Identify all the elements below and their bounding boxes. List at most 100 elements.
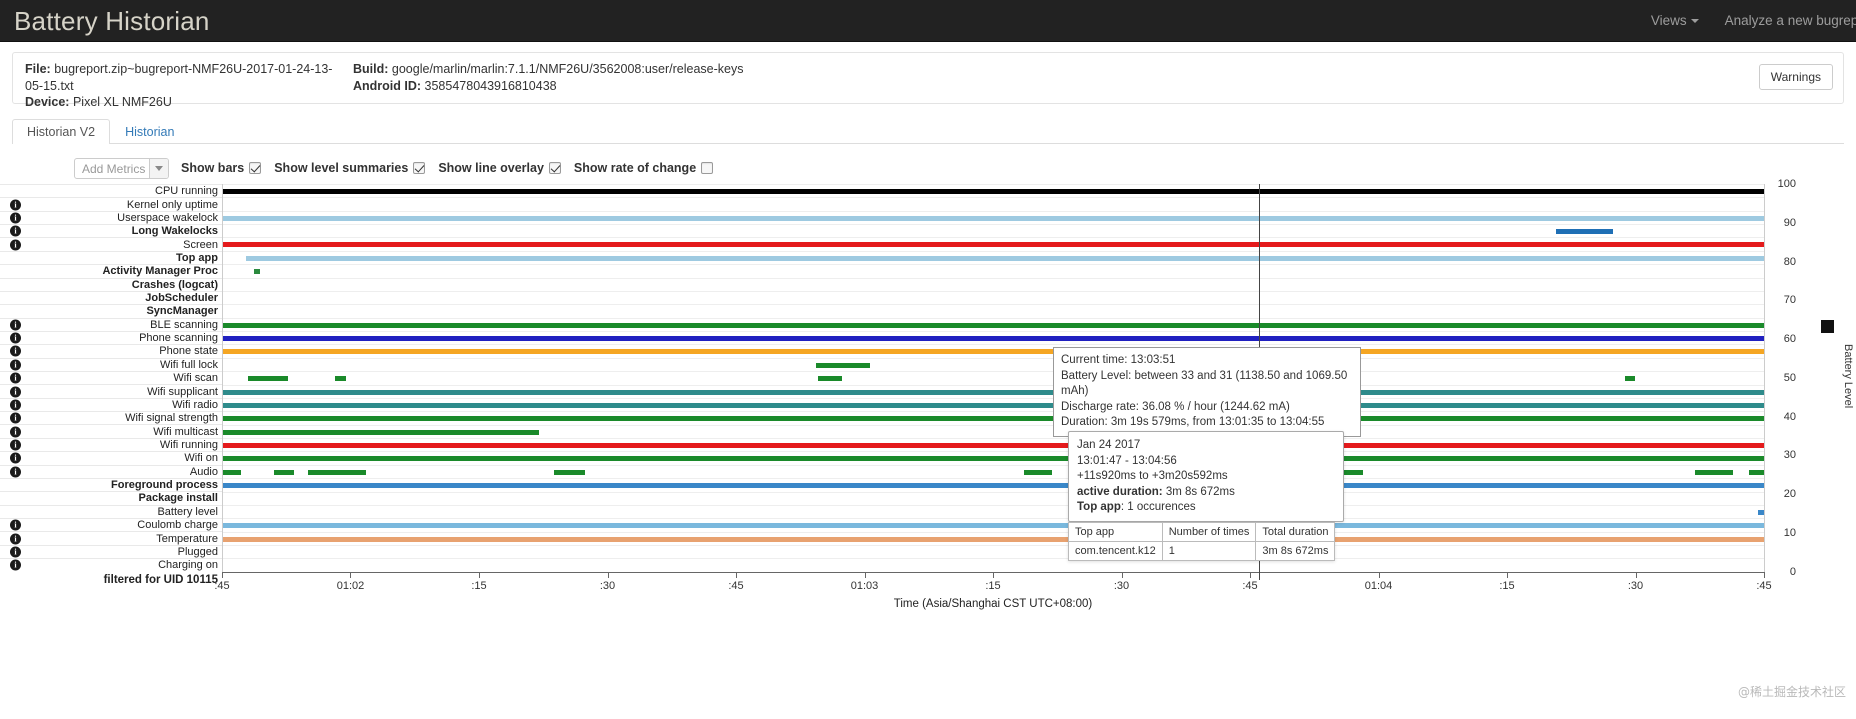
metric-row-battery-level[interactable]: Battery level: [0, 504, 222, 518]
timeline-bar[interactable]: [223, 402, 1764, 408]
add-metrics-select[interactable]: Add Metrics: [74, 157, 169, 179]
metric-row-kernel-only-uptime[interactable]: i Kernel only uptime: [0, 197, 222, 211]
metric-row-wifi-radio[interactable]: i Wifi radio: [0, 397, 222, 411]
timeline-bar[interactable]: [1024, 469, 1053, 475]
metric-row-wifi-full-lock[interactable]: i Wifi full lock: [0, 357, 222, 371]
timeline-bar[interactable]: [223, 483, 1764, 489]
tab-historian-v2[interactable]: Historian V2: [12, 119, 111, 144]
info-icon[interactable]: i: [10, 359, 21, 371]
timeline-bar[interactable]: [223, 429, 539, 435]
timeline-row[interactable]: [223, 304, 1764, 317]
timeline-row[interactable]: [223, 544, 1764, 558]
timeline-row[interactable]: [223, 518, 1764, 531]
metric-row-wifi-on[interactable]: i Wifi on: [0, 451, 222, 464]
timeline-row[interactable]: [223, 397, 1764, 411]
metric-row-audio[interactable]: i Audio: [0, 464, 222, 478]
timeline-bar[interactable]: [223, 416, 1764, 422]
warnings-button[interactable]: Warnings: [1758, 64, 1833, 90]
timeline-row[interactable]: [223, 224, 1764, 237]
metric-row-wifi-running[interactable]: i Wifi running: [0, 437, 222, 451]
timeline-bar[interactable]: [223, 536, 1764, 542]
timeline-row[interactable]: [223, 438, 1764, 451]
metric-row-wifi-multicast[interactable]: i Wifi multicast: [0, 424, 222, 438]
show-line-overlay-checkbox[interactable]: [548, 162, 561, 174]
metric-row-coulomb-charge[interactable]: i Coulomb charge: [0, 517, 222, 531]
timeline-bar[interactable]: [1555, 229, 1613, 235]
info-icon[interactable]: i: [10, 466, 21, 478]
info-icon[interactable]: i: [10, 412, 21, 424]
show-level-summaries-group[interactable]: Show level summaries: [274, 161, 426, 175]
info-icon[interactable]: i: [10, 386, 21, 398]
timeline-bar[interactable]: [223, 523, 1764, 529]
timeline-bar[interactable]: [247, 376, 288, 382]
timeline-row[interactable]: [223, 331, 1764, 344]
metric-row-foreground-process[interactable]: Foreground process: [0, 477, 222, 491]
timeline-row[interactable]: [223, 357, 1764, 371]
timeline-row[interactable]: [223, 464, 1764, 478]
timeline-bar[interactable]: [1694, 469, 1734, 475]
show-level-summaries-checkbox[interactable]: [413, 162, 426, 174]
metric-row-plugged[interactable]: i Plugged: [0, 544, 222, 558]
show-rate-of-change-checkbox[interactable]: [701, 162, 714, 174]
timeline-row[interactable]: [223, 384, 1764, 398]
metric-row-long-wakelocks[interactable]: i Long Wakelocks: [0, 224, 222, 237]
timeline-bar[interactable]: [817, 376, 843, 382]
timeline-row[interactable]: [223, 277, 1764, 291]
timeline-row[interactable]: [223, 491, 1764, 505]
info-icon[interactable]: i: [10, 225, 21, 237]
info-icon[interactable]: i: [10, 533, 21, 545]
metric-row-temperature[interactable]: i Temperature: [0, 531, 222, 545]
metric-row-wifi-signal-strength[interactable]: i Wifi signal strength: [0, 411, 222, 424]
analyze-new-bugreport-link[interactable]: Analyze a new bugreport: [1725, 13, 1856, 28]
info-icon[interactable]: i: [10, 212, 21, 224]
metric-row-wifi-scan[interactable]: i Wifi scan: [0, 371, 222, 384]
dropdown-arrow-icon[interactable]: [149, 158, 168, 178]
timeline-row[interactable]: [223, 210, 1764, 224]
show-bars-group[interactable]: Show bars: [181, 161, 262, 175]
metric-row-package-install[interactable]: Package install: [0, 491, 222, 504]
info-icon[interactable]: i: [10, 239, 21, 251]
timeline-row[interactable]: [223, 197, 1764, 210]
timeline-row[interactable]: [223, 344, 1764, 357]
timeline-bar[interactable]: [223, 389, 1764, 395]
metric-row-activity-manager-proc[interactable]: Activity Manager Proc: [0, 264, 222, 277]
timeline-row[interactable]: [223, 371, 1764, 384]
timeline-row[interactable]: [223, 411, 1764, 424]
timeline-bar[interactable]: [335, 376, 347, 382]
info-icon[interactable]: i: [10, 199, 21, 211]
metric-row-jobscheduler[interactable]: JobScheduler: [0, 290, 222, 304]
timeline-bar[interactable]: [1625, 376, 1635, 382]
metric-row-phone-scanning[interactable]: i Phone scanning: [0, 330, 222, 344]
info-icon[interactable]: i: [10, 399, 21, 411]
metric-row-screen[interactable]: i Screen: [0, 237, 222, 251]
metric-row-wifi-supplicant[interactable]: i Wifi supplicant: [0, 384, 222, 398]
timeline-row[interactable]: [223, 451, 1764, 464]
info-icon[interactable]: i: [10, 319, 21, 331]
show-bars-checkbox[interactable]: [249, 162, 262, 174]
timeline-bar[interactable]: [223, 336, 1764, 342]
timeline-bar[interactable]: [223, 189, 1764, 194]
timeline-row[interactable]: [223, 250, 1764, 264]
metric-row-phone-state[interactable]: i Phone state: [0, 344, 222, 357]
timeline-row[interactable]: [223, 264, 1764, 277]
tab-historian[interactable]: Historian: [110, 119, 189, 144]
views-menu[interactable]: Views: [1651, 13, 1699, 28]
timeline-bar[interactable]: [223, 349, 1764, 355]
timeline-row[interactable]: [223, 290, 1764, 304]
metric-row-charging-on[interactable]: i Charging on: [0, 558, 222, 571]
info-icon[interactable]: i: [10, 426, 21, 438]
timeline-row[interactable]: [223, 237, 1764, 250]
timeline-row[interactable]: [223, 317, 1764, 331]
show-rate-of-change-group[interactable]: Show rate of change: [574, 161, 714, 175]
timeline-row[interactable]: [223, 424, 1764, 438]
show-line-overlay-group[interactable]: Show line overlay: [438, 161, 561, 175]
metric-row-crashes-logcat[interactable]: Crashes (logcat): [0, 277, 222, 291]
timeline-bar[interactable]: [223, 469, 242, 475]
timeline-bar[interactable]: [223, 443, 1764, 449]
timeline-row[interactable]: [223, 478, 1764, 491]
info-icon[interactable]: i: [10, 519, 21, 531]
timeline-row[interactable]: [223, 504, 1764, 518]
timeline-bar[interactable]: [223, 215, 1764, 221]
info-icon[interactable]: i: [10, 452, 21, 464]
info-icon[interactable]: i: [10, 559, 21, 571]
